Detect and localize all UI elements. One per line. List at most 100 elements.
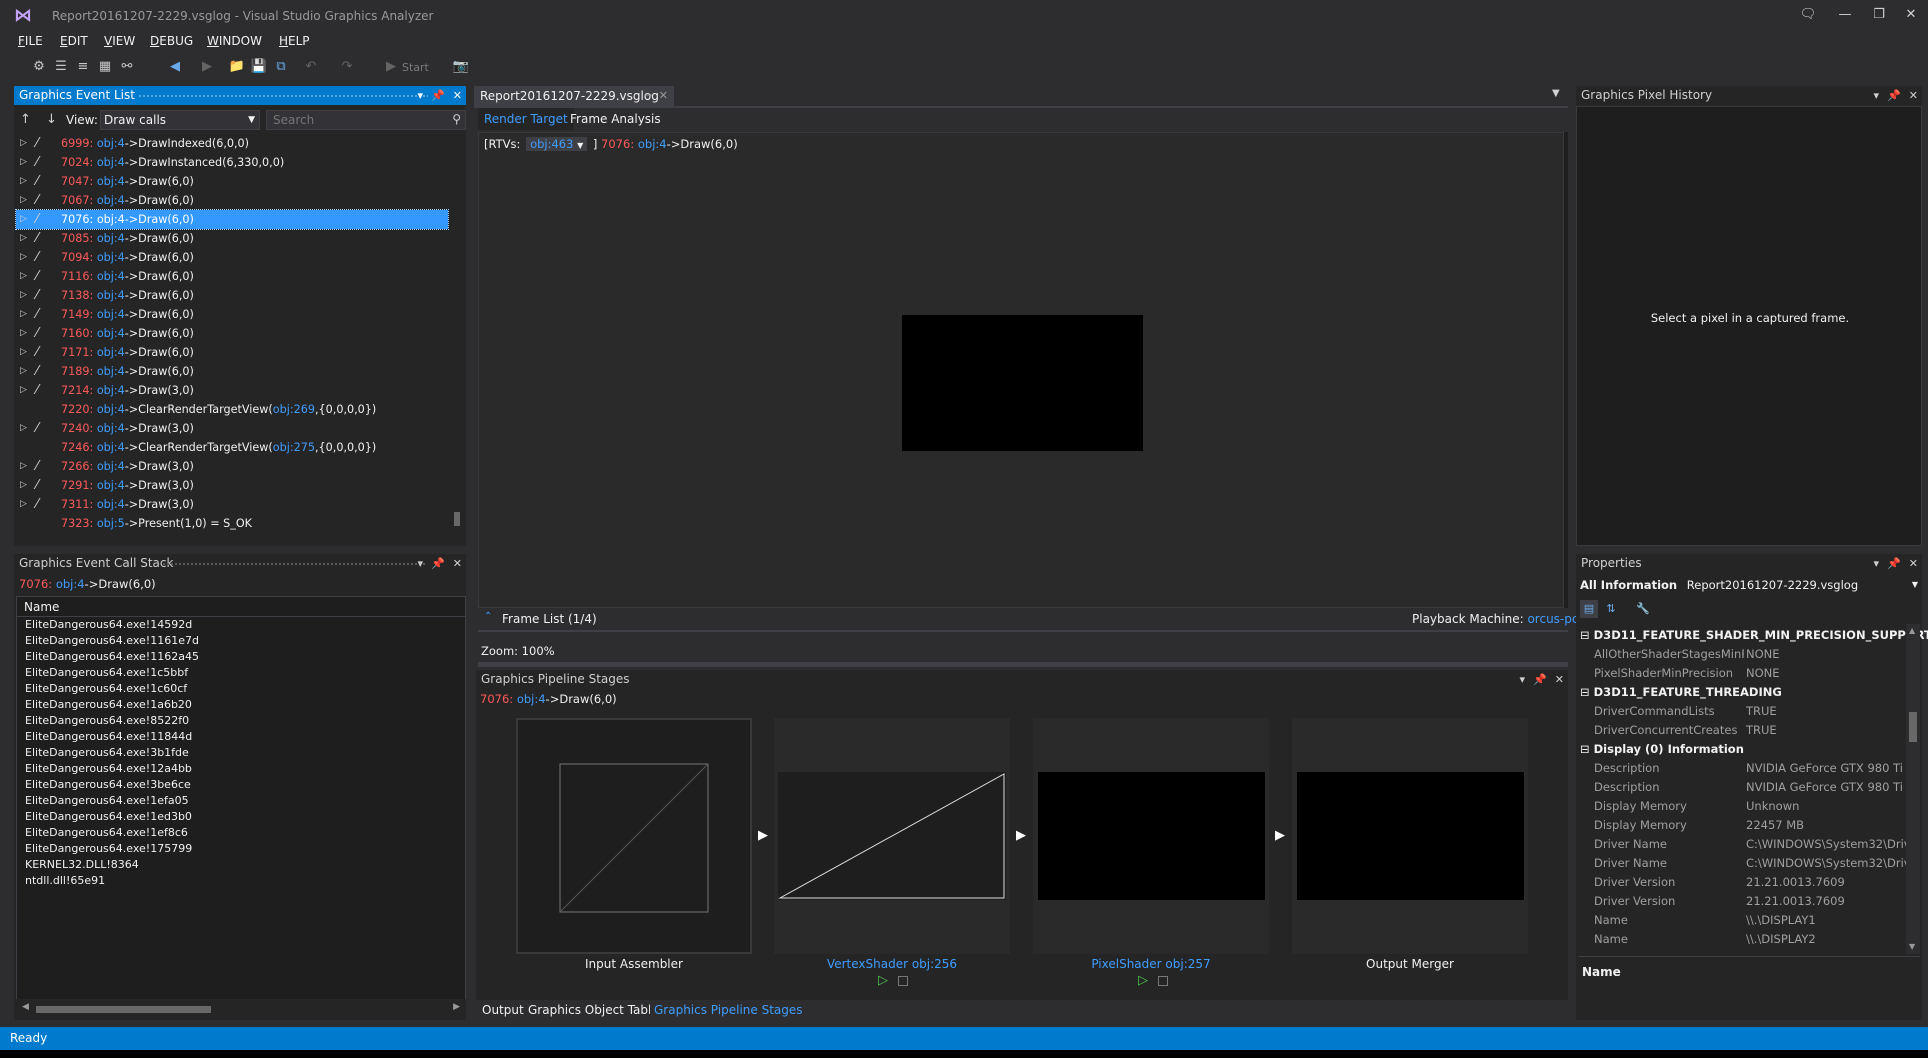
property-key[interactable]: Driver Name [1594,856,1744,870]
event-object-link[interactable]: obj:4 [97,346,125,359]
call-stack-frame[interactable]: EliteDangerous64.exe!1161e7d [25,634,199,647]
event-row[interactable]: ▷ ⁄ 7085: obj:4->Draw(6,0) [16,229,448,248]
call-stack-frame[interactable]: EliteDangerous64.exe!11844d [25,730,192,743]
property-key[interactable]: Display Memory [1594,818,1744,832]
collapse-icon[interactable]: ⊟ [1580,742,1590,756]
document-dropdown-icon[interactable]: ▼ [1552,88,1560,99]
property-key[interactable]: Description [1594,761,1744,775]
document-tab[interactable]: Report20161207-2229.vsglog ⊸ ✕ [474,86,674,106]
expand-icon[interactable]: ▷ [20,419,27,438]
render-target-canvas[interactable]: [RTVs: obj:463 ▼ ] 7076: obj:4->Draw(6,0… [478,132,1564,608]
event-row[interactable]: 7323: obj:5->Present(1,0) = S_OK [16,514,448,533]
event-object-link[interactable]: obj:4 [97,403,125,416]
call-stack-frame[interactable]: EliteDangerous64.exe!1ed3b0 [25,810,192,823]
table-icon[interactable]: ▦ [96,58,114,76]
event-object-link[interactable]: obj:4 [97,460,125,473]
dropdown-icon[interactable]: ▾ [418,86,424,105]
play-shader-icon[interactable]: ▷ [878,973,888,988]
tab-render-target[interactable]: Render Target [478,108,574,130]
stage-label-pixel-shader[interactable]: PixelShader obj:257 [1033,957,1269,971]
search-input[interactable] [267,111,437,129]
expand-icon[interactable]: ▷ [20,191,27,210]
property-group[interactable]: ⊟ D3D11_FEATURE_SHADER_MIN_PRECISION_SUPP… [1580,628,1928,642]
property-value[interactable]: NVIDIA GeForce GTX 980 Ti [1746,761,1906,775]
expand-icon[interactable]: ▷ [20,495,27,514]
stop-shader-icon[interactable] [898,976,908,986]
close-icon[interactable]: ✕ [453,554,462,573]
pin-icon[interactable]: 📌 [1887,86,1901,105]
tab-graphics-pipeline-stages[interactable]: Graphics Pipeline Stages [650,1000,807,1020]
chevron-up-icon[interactable]: ⌃ [484,611,492,622]
event-list-scrollbar[interactable] [452,134,462,543]
event-object-link[interactable]: obj:4 [97,251,125,264]
call-stack-frame[interactable]: ntdll.dll!65e91 [25,874,105,887]
stage-label-vertex-shader[interactable]: VertexShader obj:256 [774,957,1010,971]
event-row[interactable]: ▷ ⁄ 7094: obj:4->Draw(6,0) [16,248,448,267]
pin-icon[interactable]: 📌 [431,554,445,573]
property-key[interactable]: Display Memory [1594,799,1744,813]
event-row[interactable]: 7220: obj:4->ClearRenderTargetView(obj:2… [16,400,448,419]
scroll-thumb[interactable] [454,512,460,526]
arrow-up-icon[interactable]: ↑ [20,112,31,127]
list-alt-icon[interactable]: ≡ [74,58,92,76]
event-row[interactable]: ▷ ⁄ 7067: obj:4->Draw(6,0) [16,191,448,210]
event-object-link[interactable]: obj:4 [97,289,125,302]
dropdown-icon[interactable]: ▾ [1874,86,1880,105]
save-all-icon[interactable]: ⧉ [272,58,290,76]
call-stack-frame[interactable]: EliteDangerous64.exe!1ef8c6 [25,826,188,839]
start-label[interactable]: Start [402,61,429,74]
expand-icon[interactable]: ▷ [20,305,27,324]
property-key[interactable]: Driver Version [1594,894,1744,908]
tab-frame-analysis[interactable]: Frame Analysis [564,108,667,130]
scroll-down-icon[interactable]: ▼ [1909,942,1915,951]
call-stack-frame[interactable]: EliteDangerous64.exe!14592d [25,618,192,631]
close-button[interactable]: ✕ [1896,4,1926,26]
rtv-select[interactable]: obj:463 ▼ [526,137,588,151]
expand-icon[interactable]: ▷ [20,229,27,248]
expand-icon[interactable]: ▷ [20,210,27,229]
property-key[interactable]: Driver Version [1594,875,1744,889]
close-icon[interactable]: ✕ [1909,86,1918,105]
link-icon[interactable]: ⚯ [118,58,136,76]
dropdown-icon[interactable]: ▾ [1520,670,1526,689]
dropdown-icon[interactable]: ▾ [1874,554,1880,573]
forward-icon[interactable]: ▶ [198,58,216,76]
start-icon[interactable]: ▶ [382,58,400,76]
event-object-link[interactable]: obj:4 [97,156,125,169]
menu-view[interactable]: VIEW [104,34,135,48]
event-row[interactable]: ▷ ⁄ 7240: obj:4->Draw(3,0) [16,419,448,438]
event-arg-object-link[interactable]: obj:275 [273,441,315,454]
expand-icon[interactable]: ▷ [20,248,27,267]
tab-graphics-object-table[interactable]: Graphics Object Table [524,1000,663,1020]
call-stack-frame[interactable]: KERNEL32.DLL!8364 [25,858,139,871]
event-object-link[interactable]: obj:4 [97,213,125,226]
expand-icon[interactable]: ▷ [20,381,27,400]
event-object-link[interactable]: obj:4 [97,327,125,340]
event-row[interactable]: ▷ ⁄ 7138: obj:4->Draw(6,0) [16,286,448,305]
stage-pixel-shader[interactable] [1033,718,1269,954]
frame-list-label[interactable]: Frame List (1/4) [502,612,597,626]
call-stack-frame[interactable]: EliteDangerous64.exe!8522f0 [25,714,189,727]
list-icon[interactable]: ☰ [52,58,70,76]
property-value[interactable]: NONE [1746,666,1906,680]
event-object-link[interactable]: obj:4 [517,692,546,706]
event-object-link[interactable]: obj:5 [97,517,125,530]
alphabetical-icon[interactable]: ⇅ [1602,600,1620,618]
minimize-button[interactable]: — [1830,4,1860,26]
property-key[interactable]: PixelShaderMinPrecision [1594,666,1744,680]
event-object-link[interactable]: obj:4 [97,270,125,283]
event-object-link[interactable]: obj:4 [56,577,85,591]
view-select[interactable]: Draw calls ▼ [100,110,260,130]
property-key[interactable]: Name [1594,932,1744,946]
toggle-icon[interactable]: ⚙ [30,58,48,76]
expand-icon[interactable]: ▷ [20,457,27,476]
close-icon[interactable]: ✕ [453,86,462,105]
tab-output[interactable]: Output [478,1000,528,1020]
property-value[interactable]: \\.\DISPLAY2 [1746,932,1906,946]
event-object-link[interactable]: obj:4 [97,441,125,454]
properties-scrollbar[interactable]: ▲ ▼ [1906,624,1920,954]
scroll-left-icon[interactable]: ◀ [22,1002,29,1012]
scroll-up-icon[interactable]: ▲ [1909,626,1915,635]
call-stack-frame[interactable]: EliteDangerous64.exe!1a6b20 [25,698,192,711]
call-stack-frame[interactable]: EliteDangerous64.exe!1c60cf [25,682,187,695]
